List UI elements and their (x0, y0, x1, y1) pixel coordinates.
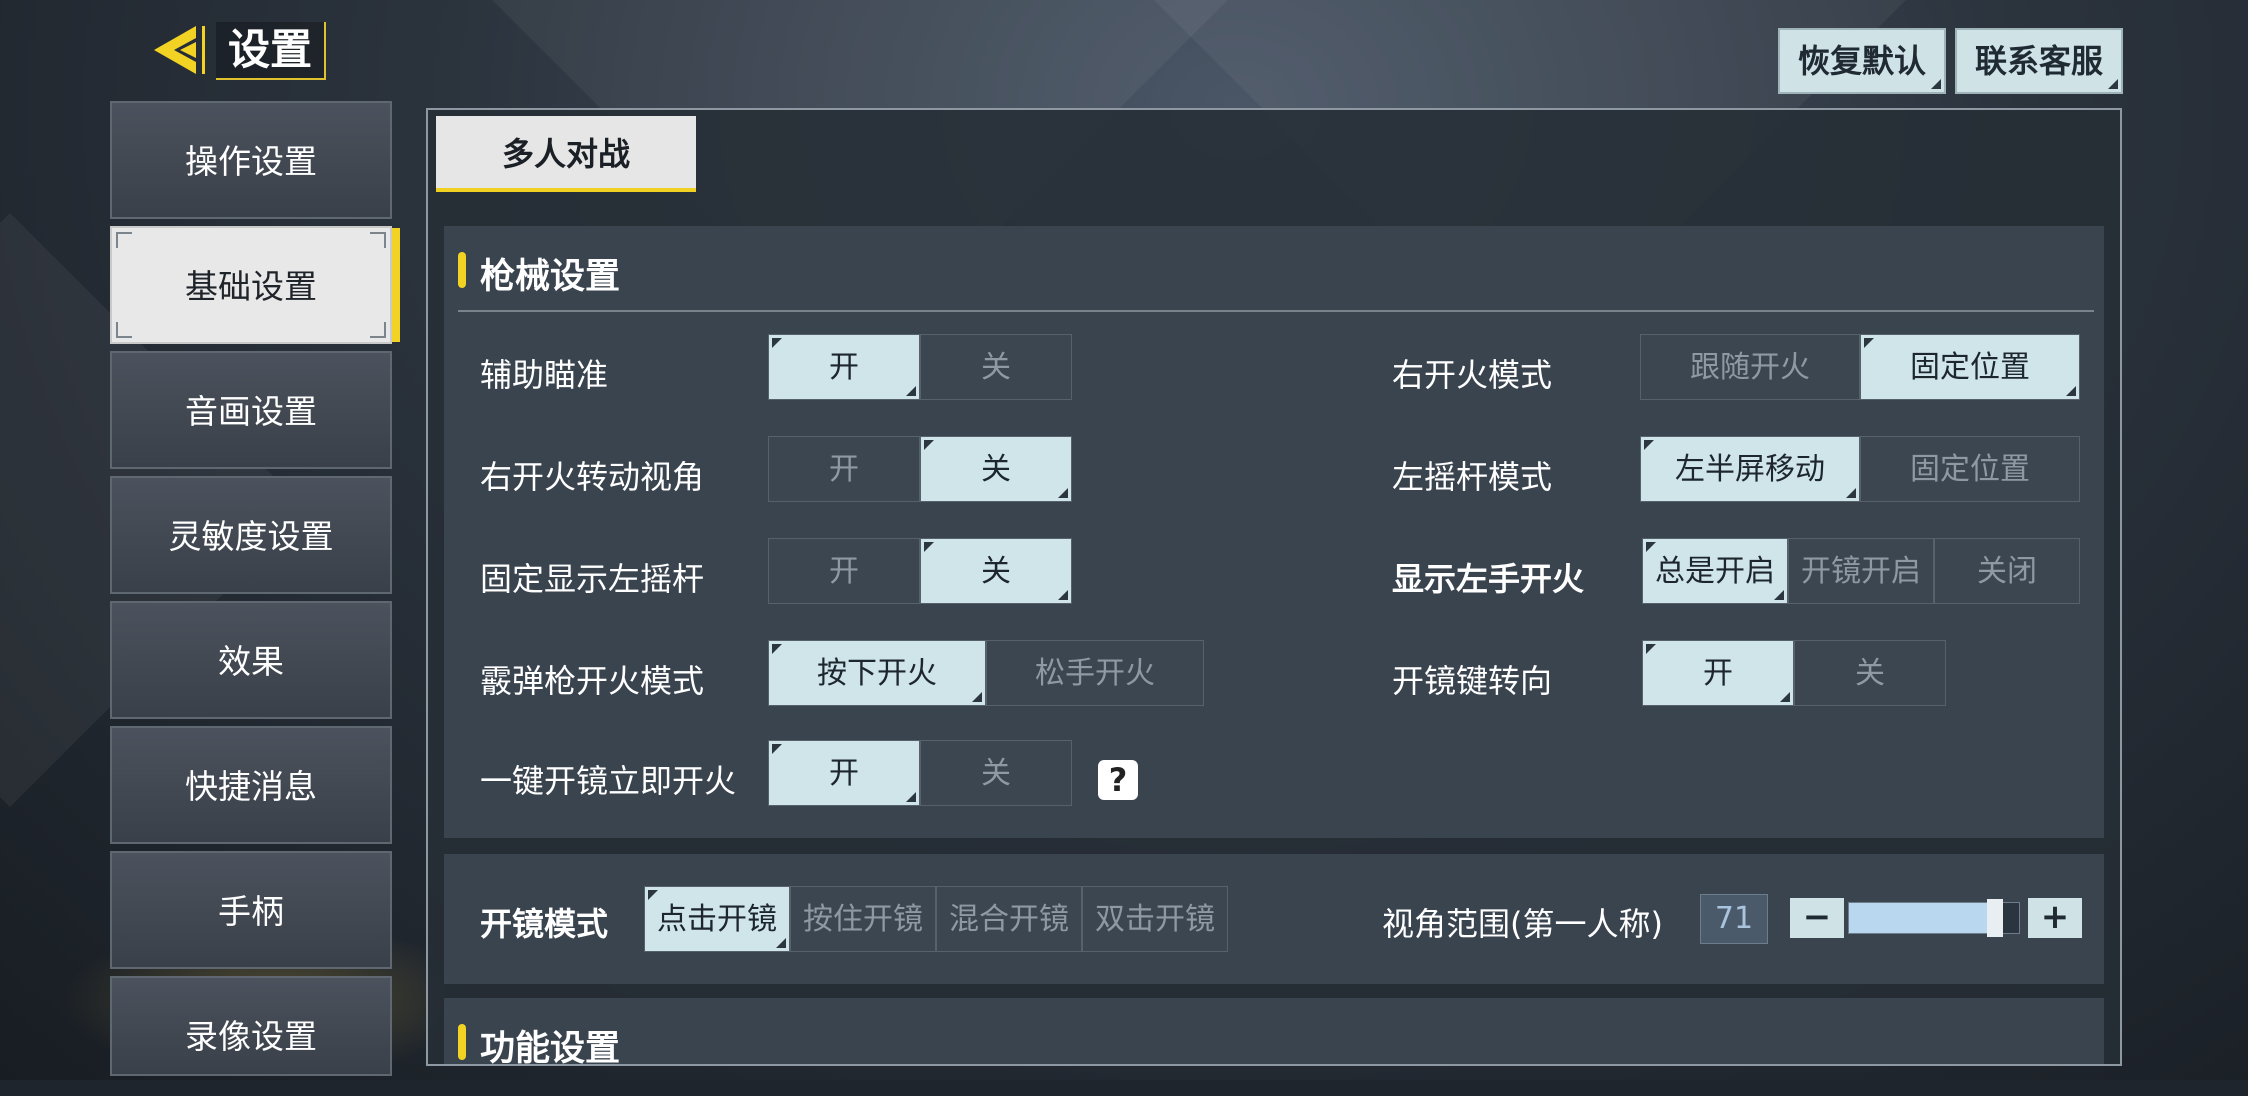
fov-slider-fill (1849, 903, 1996, 933)
scope-turn-off[interactable]: 关 (1794, 640, 1946, 706)
quick-scope-fire-off[interactable]: 关 (920, 740, 1072, 806)
page-title: 设置 (216, 22, 327, 80)
sidebar-item-label: 音画设置 (185, 392, 317, 431)
fov-plus-button[interactable]: + (2028, 898, 2082, 938)
left-fire-scoped[interactable]: 开镜开启 (1788, 538, 1934, 604)
sidebar-item-label: 手柄 (218, 892, 284, 931)
aim-assist-off[interactable]: 关 (920, 334, 1072, 400)
left-fire-off[interactable]: 关闭 (1934, 538, 2080, 604)
right-fire-mode-label: 右开火模式 (1392, 356, 1553, 394)
fixed-left-stick-toggle: 开 关 (768, 538, 1072, 604)
aim-assist-on[interactable]: 开 (768, 334, 920, 400)
scope-hybrid[interactable]: 混合开镜 (936, 886, 1082, 952)
left-stick-fixed[interactable]: 固定位置 (1860, 436, 2080, 502)
quick-scope-fire-label: 一键开镜立即开火 (480, 762, 737, 800)
left-fire-always[interactable]: 总是开启 (1642, 538, 1788, 604)
fixed-left-stick-on[interactable]: 开 (768, 538, 920, 604)
scope-double-tap[interactable]: 双击开镜 (1082, 886, 1228, 952)
section-title: 功能设置 (480, 1029, 621, 1066)
weapon-settings-section: 枪械设置 辅助瞄准 开 关 右开火转动视角 开 关 固定显示左摇杆 开 关 霰弹… (444, 226, 2104, 838)
scope-turn-on[interactable]: 开 (1642, 640, 1794, 706)
aim-assist-toggle: 开 关 (768, 334, 1072, 400)
fov-slider[interactable] (1848, 899, 2020, 937)
fixed-left-stick-off[interactable]: 关 (920, 538, 1072, 604)
scope-turn-toggle: 开 关 (1642, 640, 1946, 706)
left-stick-mode-label: 左摇杆模式 (1392, 458, 1553, 496)
sidebar-item-label: 录像设置 (185, 1017, 317, 1056)
function-settings-section: 功能设置 (444, 998, 2104, 1066)
left-hand-fire-toggle: 总是开启 开镜开启 关闭 (1642, 538, 2080, 604)
left-stick-mode-toggle: 左半屏移动 固定位置 (1640, 436, 2080, 502)
sidebar-item-label: 快捷消息 (185, 767, 317, 806)
scope-turn-label: 开镜键转向 (1392, 662, 1553, 700)
section-title: 枪械设置 (480, 257, 621, 297)
section-marker (458, 252, 466, 288)
scope-mode-selector: 点击开镜 按住开镜 混合开镜 双击开镜 (644, 886, 1228, 952)
sidebar-item-operation[interactable]: 操作设置 (110, 101, 392, 219)
sidebar-item-sensitivity[interactable]: 灵敏度设置 (110, 476, 392, 594)
shotgun-release-fire[interactable]: 松手开火 (986, 640, 1204, 706)
right-fire-rotate-label: 右开火转动视角 (480, 458, 705, 496)
sidebar-item-effects[interactable]: 效果 (110, 601, 392, 719)
scope-tap[interactable]: 点击开镜 (644, 886, 790, 952)
left-stick-half-screen[interactable]: 左半屏移动 (1640, 436, 1860, 502)
scope-mode-label: 开镜模式 (480, 905, 609, 943)
right-fire-follow[interactable]: 跟随开火 (1640, 334, 1860, 400)
sidebar-item-basic[interactable]: 基础设置 (110, 226, 400, 344)
scope-mode-section: 开镜模式 点击开镜 按住开镜 混合开镜 双击开镜 视角范围(第一人称) 71 −… (444, 854, 2104, 984)
section-marker (458, 1024, 466, 1060)
quick-scope-fire-on[interactable]: 开 (768, 740, 920, 806)
right-fire-rotate-toggle: 开 关 (768, 436, 1072, 502)
right-fire-rotate-off[interactable]: 关 (920, 436, 1072, 502)
fov-value: 71 (1700, 894, 1768, 944)
fov-minus-button[interactable]: − (1790, 898, 1844, 938)
sidebar-item-label: 效果 (218, 642, 284, 681)
right-fire-fixed[interactable]: 固定位置 (1860, 334, 2080, 400)
sidebar-item-label: 操作设置 (185, 142, 317, 181)
shotgun-fire-mode-label: 霰弹枪开火模式 (480, 662, 705, 700)
back-arrow-icon[interactable] (150, 22, 208, 78)
scope-hold[interactable]: 按住开镜 (790, 886, 936, 952)
contact-support-button[interactable]: 联系客服 (1955, 28, 2123, 94)
tab-multiplayer[interactable]: 多人对战 (436, 116, 696, 192)
shotgun-press-fire[interactable]: 按下开火 (768, 640, 986, 706)
help-icon[interactable]: ? (1098, 760, 1138, 800)
sidebar-item-quick-messages[interactable]: 快捷消息 (110, 726, 392, 844)
aim-assist-label: 辅助瞄准 (480, 356, 609, 394)
sidebar-item-label: 基础设置 (185, 267, 317, 306)
left-hand-fire-label: 显示左手开火 (1392, 560, 1585, 598)
sidebar-item-recording[interactable]: 录像设置 (110, 976, 392, 1076)
sidebar-item-controller[interactable]: 手柄 (110, 851, 392, 969)
sidebar-item-label: 灵敏度设置 (168, 517, 334, 556)
shotgun-fire-mode-toggle: 按下开火 松手开火 (768, 640, 1204, 706)
restore-default-button[interactable]: 恢复默认 (1778, 28, 1946, 94)
right-fire-mode-toggle: 跟随开火 固定位置 (1640, 334, 2080, 400)
fixed-left-stick-label: 固定显示左摇杆 (480, 560, 705, 598)
right-fire-rotate-on[interactable]: 开 (768, 436, 920, 502)
section-divider (458, 310, 2094, 312)
settings-panel: 多人对战 枪械设置 辅助瞄准 开 关 右开火转动视角 开 关 固定显示左摇杆 开… (426, 108, 2122, 1066)
sidebar-item-audio-video[interactable]: 音画设置 (110, 351, 392, 469)
fov-label: 视角范围(第一人称) (1382, 905, 1663, 943)
quick-scope-fire-toggle: 开 关 (768, 740, 1072, 806)
fov-slider-thumb[interactable] (1987, 899, 2004, 937)
